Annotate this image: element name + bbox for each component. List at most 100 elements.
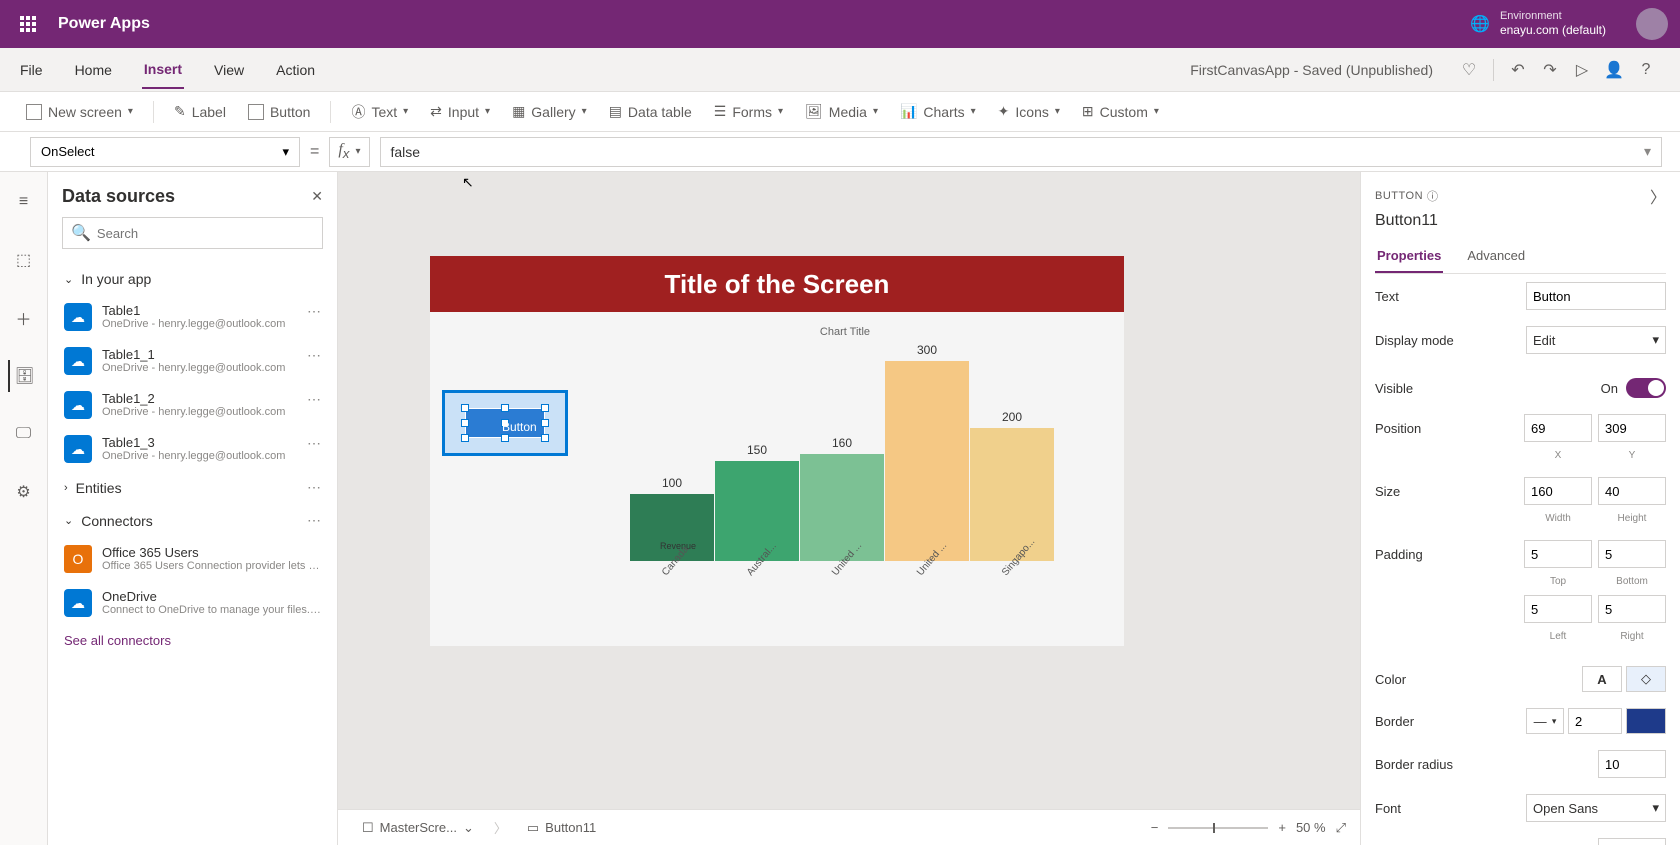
waffle-icon — [20, 16, 36, 32]
pos-y-input[interactable] — [1598, 414, 1666, 442]
play-icon[interactable]: ▷ — [1566, 54, 1598, 86]
tools-button[interactable]: ⚙ — [8, 476, 40, 508]
border-style-select[interactable]: —▾ — [1526, 708, 1564, 734]
menu-bar: File Home Insert View Action FirstCanvas… — [0, 48, 1680, 92]
properties-panel: BUTTONⓘ 〉 Button11 Properties Advanced T… — [1360, 172, 1680, 845]
undo-icon[interactable]: ↶ — [1502, 54, 1534, 86]
menu-home[interactable]: Home — [73, 52, 114, 88]
border-radius-input[interactable] — [1598, 750, 1666, 778]
section-in-your-app[interactable]: ⌄In your app — [62, 263, 323, 295]
display-mode-select[interactable]: Edit▾ — [1526, 326, 1666, 354]
search-box[interactable]: 🔍 — [62, 217, 323, 249]
input-dropdown[interactable]: ⇄Input▾ — [422, 99, 498, 124]
more-icon[interactable]: ⋯ — [307, 391, 321, 408]
button-button[interactable]: Button — [240, 100, 318, 124]
close-icon[interactable]: ✕ — [311, 188, 323, 205]
menu-file[interactable]: File — [18, 52, 45, 88]
prop-text-input[interactable] — [1526, 282, 1666, 310]
pad-top-input[interactable] — [1524, 540, 1592, 568]
breadcrumb-screen[interactable]: ☐MasterScre...⌄ — [352, 817, 484, 839]
help-icon[interactable]: ? — [1630, 54, 1662, 86]
more-icon[interactable]: ⋯ — [307, 303, 321, 320]
forms-dropdown[interactable]: ☰Forms▾ — [706, 99, 791, 124]
app-launcher-button[interactable] — [12, 8, 44, 40]
app-checker-icon[interactable]: ♡ — [1453, 54, 1485, 86]
section-entities[interactable]: ›Entities⋯ — [62, 471, 323, 504]
tab-advanced[interactable]: Advanced — [1465, 240, 1527, 273]
pad-bottom-input[interactable] — [1598, 540, 1666, 568]
environment-selector[interactable]: 🌐 Environment enayu.com (default) — [1470, 9, 1606, 39]
ds-item-table1-3[interactable]: ☁Table1_3OneDrive - henry.legge@outlook.… — [62, 427, 323, 471]
chart-title: Chart Title — [630, 326, 1060, 338]
breadcrumb-control[interactable]: ▭Button11 — [517, 817, 606, 839]
text-color-button[interactable]: A — [1582, 666, 1622, 692]
more-icon[interactable]: ⋯ — [307, 347, 321, 364]
search-input[interactable] — [97, 226, 314, 241]
fx-button[interactable]: fx▾ — [329, 137, 369, 167]
chart-control[interactable]: Chart Title Revenue 100150160300200 Cana… — [630, 326, 1060, 601]
menu-view[interactable]: View — [212, 52, 246, 88]
datatable-button[interactable]: ▤Data table — [601, 99, 700, 124]
menu-action[interactable]: Action — [274, 52, 317, 88]
custom-icon: ⊞ — [1082, 103, 1094, 120]
font-size-input[interactable] — [1598, 838, 1666, 845]
property-dropdown[interactable]: OnSelect▾ — [30, 137, 300, 167]
zoom-value: 50 % — [1296, 820, 1326, 835]
user-avatar[interactable] — [1636, 8, 1668, 40]
file-status: FirstCanvasApp - Saved (Unpublished) — [1190, 62, 1433, 78]
expand-panel-icon[interactable]: 〉 — [1650, 184, 1666, 208]
search-icon: 🔍 — [71, 223, 91, 243]
height-input[interactable] — [1598, 477, 1666, 505]
charts-dropdown[interactable]: 📊Charts▾ — [892, 99, 984, 124]
width-input[interactable] — [1524, 477, 1592, 505]
text-dropdown[interactable]: ⒶText▾ — [343, 98, 416, 126]
icons-dropdown[interactable]: ✦Icons▾ — [990, 99, 1068, 124]
selected-button-control[interactable]: Button — [442, 390, 568, 456]
fit-screen-button[interactable]: ⤢ — [1336, 820, 1346, 836]
visible-toggle[interactable] — [1626, 378, 1666, 398]
screen-frame[interactable]: Title of the Screen Button Chart Title R… — [430, 256, 1124, 646]
add-button[interactable]: ＋ — [8, 302, 40, 334]
tab-properties[interactable]: Properties — [1375, 240, 1443, 273]
zoom-slider[interactable] — [1168, 827, 1268, 829]
left-rail: ≡ ⬚ ＋ 🗄 🖵 ⚙ — [0, 172, 48, 845]
info-icon[interactable]: ⓘ — [1427, 188, 1439, 204]
media-dropdown[interactable]: 🖼Media▾ — [797, 99, 886, 124]
zoom-in-button[interactable]: + — [1278, 820, 1286, 835]
menu-insert[interactable]: Insert — [142, 51, 184, 89]
border-width-input[interactable] — [1568, 708, 1622, 734]
canvas-area[interactable]: Title of the Screen Button Chart Title R… — [338, 172, 1360, 845]
app-name: Power Apps — [58, 15, 150, 33]
more-icon[interactable]: ⋯ — [307, 435, 321, 452]
database-button[interactable]: 🗄 — [8, 360, 40, 392]
see-all-connectors-link[interactable]: See all connectors — [62, 625, 323, 656]
section-connectors[interactable]: ⌄Connectors⋯ — [62, 504, 323, 537]
formula-input[interactable]: false▾ — [380, 137, 1663, 167]
pos-x-input[interactable] — [1524, 414, 1592, 442]
connector-onedrive[interactable]: ☁OneDriveConnect to OneDrive to manage y… — [62, 581, 323, 625]
screen-title-label: Title of the Screen — [430, 256, 1124, 312]
more-icon[interactable]: ⋯ — [307, 512, 321, 529]
new-screen-button[interactable]: New screen▾ — [18, 100, 141, 124]
share-icon[interactable]: 👤 — [1598, 54, 1630, 86]
media-rail-button[interactable]: 🖵 — [8, 418, 40, 450]
ds-item-table1-1[interactable]: ☁Table1_1OneDrive - henry.legge@outlook.… — [62, 339, 323, 383]
label-button[interactable]: ✎Label — [166, 99, 234, 124]
icons-icon: ✦ — [998, 103, 1010, 120]
custom-dropdown[interactable]: ⊞Custom▾ — [1074, 99, 1167, 124]
zoom-out-button[interactable]: − — [1151, 820, 1159, 835]
fill-color-button[interactable]: ◇ — [1626, 666, 1666, 692]
font-select[interactable]: Open Sans▾ — [1526, 794, 1666, 822]
border-color-button[interactable] — [1626, 708, 1666, 734]
gallery-dropdown[interactable]: ▦Gallery▾ — [504, 99, 595, 124]
tree-view-button[interactable]: ≡ — [8, 186, 40, 218]
ds-item-table1[interactable]: ☁Table1OneDrive - henry.legge@outlook.co… — [62, 295, 323, 339]
data-button[interactable]: ⬚ — [8, 244, 40, 276]
gallery-icon: ▦ — [512, 103, 525, 120]
more-icon[interactable]: ⋯ — [307, 479, 321, 496]
pad-left-input[interactable] — [1524, 595, 1592, 623]
pad-right-input[interactable] — [1598, 595, 1666, 623]
ds-item-table1-2[interactable]: ☁Table1_2OneDrive - henry.legge@outlook.… — [62, 383, 323, 427]
connector-office365[interactable]: OOffice 365 UsersOffice 365 Users Connec… — [62, 537, 323, 581]
redo-icon[interactable]: ↷ — [1534, 54, 1566, 86]
